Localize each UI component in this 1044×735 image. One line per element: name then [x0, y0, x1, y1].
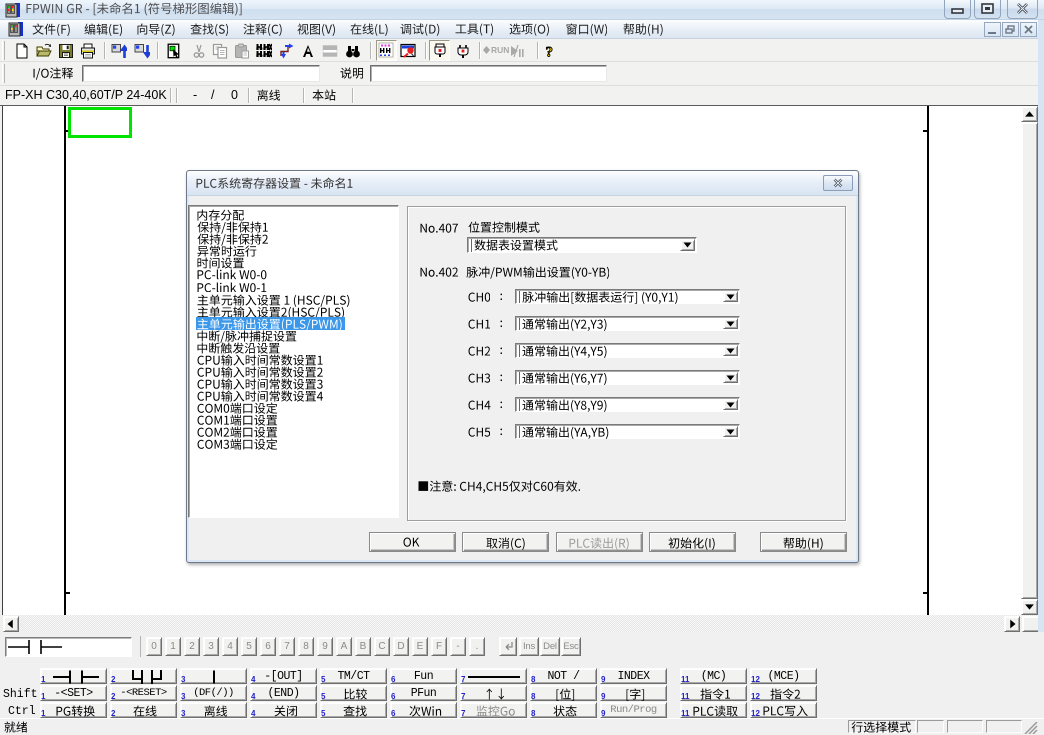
svg-text:?: ? — [546, 45, 554, 60]
